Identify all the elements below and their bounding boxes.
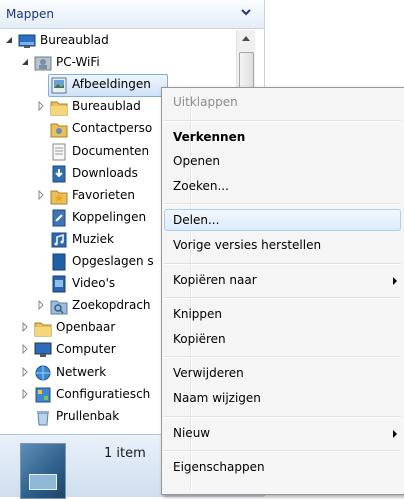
menu-item-label: Openen — [173, 154, 221, 169]
tree-collapsed-arrow-icon[interactable] — [36, 101, 46, 112]
menu-item-eigenschappen[interactable]: Eigenschappen — [164, 456, 401, 478]
folder-thumbnail — [20, 443, 66, 499]
scroll-up-arrow-icon[interactable] — [237, 30, 255, 47]
menu-item-uitklappen: Uitklappen — [164, 91, 401, 113]
menu-item-label: Naam wijzigen — [173, 391, 261, 405]
menu-item-delen[interactable]: Delen... — [164, 209, 401, 232]
network-icon — [35, 365, 51, 380]
tree-item-label: Video's — [72, 276, 116, 291]
contacts-folder-icon — [50, 123, 68, 138]
recycle-bin-icon — [37, 410, 49, 426]
menu-item-nieuw[interactable]: Nieuw — [164, 422, 401, 444]
tree-item-label: Zoekopdrach — [72, 298, 151, 313]
tree-item-label: Bureaublad — [72, 99, 141, 114]
tree-item-label: Favorieten — [72, 187, 135, 202]
tree-collapsed-arrow-icon[interactable] — [20, 388, 30, 399]
tree-collapsed-arrow-icon[interactable] — [20, 322, 30, 333]
menu-item-label: Delen... — [173, 213, 220, 228]
menu-separator — [164, 450, 401, 453]
tree-collapsed-arrow-icon[interactable] — [20, 366, 30, 377]
tree-item-label: Contactperso — [72, 121, 153, 136]
menu-separator — [164, 356, 401, 359]
tree-collapsed-arrow-icon[interactable] — [20, 344, 30, 355]
tree-item-label: Netwerk — [56, 364, 107, 379]
tree-item-label: Configuratiesch — [56, 386, 151, 401]
chevron-down-icon[interactable] — [240, 8, 252, 18]
tree-item-label: Documenten — [72, 143, 150, 158]
menu-item-label: Vorige versies herstellen — [173, 238, 322, 252]
tree-item-label: Openbaar — [56, 320, 116, 335]
menu-item-vorige-versies-herstellen[interactable]: Vorige versies herstellen — [164, 234, 401, 256]
folder-icon — [50, 101, 68, 116]
pane-title: Mappen — [6, 7, 54, 21]
control-panel-icon — [35, 387, 51, 403]
menu-separator — [164, 119, 401, 122]
tree-item-label: PC-WiFi — [56, 55, 100, 70]
menu-item-label: Kopiëren naar — [173, 272, 257, 287]
tree-item-label: Bureaublad — [40, 33, 109, 47]
item-count: 1 item — [104, 446, 146, 461]
tree-item-label: Afbeeldingen — [72, 77, 151, 92]
downloads-folder-icon — [52, 165, 66, 183]
menu-separator — [164, 415, 401, 418]
menu-item-label: Knippen — [173, 307, 223, 322]
tree-item-label: Muziek — [72, 231, 114, 246]
menu-item-label: Verwijderen — [173, 366, 244, 381]
tree-item-label: Computer — [56, 342, 116, 357]
menu-item-openen[interactable]: Openen — [164, 150, 401, 172]
tree-item[interactable]: Bureaublad — [0, 30, 236, 52]
menu-item-naam-wijzigen[interactable]: Naam wijzigen — [164, 387, 401, 409]
menu-item-label: Nieuw — [173, 425, 211, 440]
menu-item-label: Kopiëren — [173, 331, 226, 346]
desktop-icon — [18, 34, 36, 48]
menu-item-zoeken[interactable]: Zoeken... — [164, 175, 401, 197]
tree-item[interactable]: PC-WiFi — [0, 52, 236, 74]
tree-item-label: Downloads — [72, 165, 138, 180]
menu-separator — [164, 203, 401, 206]
menu-separator — [164, 262, 401, 265]
menu-item-verkennen[interactable]: Verkennen — [164, 126, 401, 148]
menu-item-kopieren[interactable]: Kopiëren — [164, 328, 401, 350]
searches-folder-icon — [50, 300, 68, 315]
menu-item-label: Verkennen — [173, 129, 246, 144]
submenu-arrow-icon — [393, 429, 397, 438]
user-folder-icon — [34, 56, 52, 71]
tree-item-label: Opgeslagen s — [72, 254, 154, 268]
folder-icon — [34, 322, 52, 337]
pane-header[interactable]: Mappen — [0, 0, 264, 29]
context-menu: Uitklappen Verkennen Openen Zoeken... Delen.… — [161, 87, 404, 495]
tree-collapsed-arrow-icon[interactable] — [36, 300, 46, 311]
tree-expanded-arrow-icon[interactable] — [4, 35, 14, 45]
tree-collapsed-arrow-icon[interactable] — [36, 189, 46, 200]
tree-expanded-arrow-icon[interactable] — [20, 57, 30, 67]
menu-item-kopieren-naar[interactable]: Kopiëren naar — [164, 269, 401, 291]
submenu-arrow-icon — [393, 276, 397, 285]
menu-item-label: Zoeken... — [173, 178, 229, 193]
tree-item-label: Koppelingen — [72, 209, 147, 224]
menu-item-verwijderen[interactable]: Verwijderen — [164, 362, 401, 384]
computer-icon — [34, 342, 52, 358]
menu-separator — [164, 297, 401, 300]
music-folder-icon — [51, 232, 67, 248]
menu-item-label: Uitklappen — [173, 95, 238, 109]
saved-games-folder-icon — [52, 253, 66, 271]
videos-folder-icon — [52, 275, 66, 293]
tree-item-label: Prullenbak — [56, 408, 120, 423]
menu-item-knippen[interactable]: Knippen — [164, 303, 401, 325]
links-folder-icon — [52, 209, 66, 227]
documents-folder-icon — [52, 143, 66, 160]
favorites-folder-icon — [50, 190, 68, 205]
pictures-folder-icon — [51, 77, 67, 94]
menu-item-label: Eigenschappen — [173, 460, 265, 475]
